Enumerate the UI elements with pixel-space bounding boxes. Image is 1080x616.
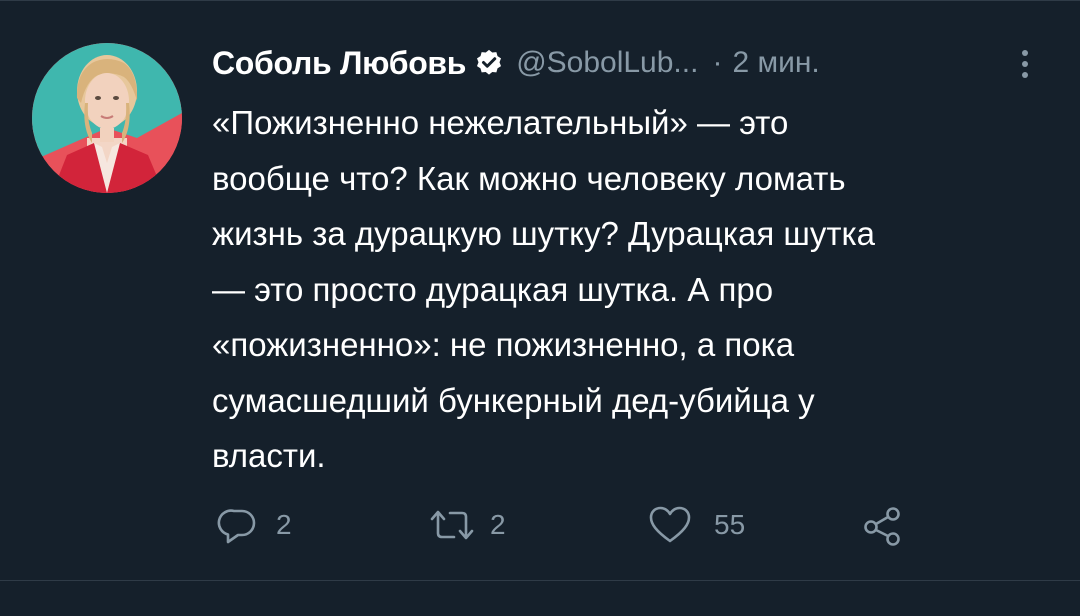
verified-badge-icon [474, 48, 504, 78]
avatar-image [32, 43, 182, 193]
reply-count: 2 [276, 509, 292, 540]
bottom-divider [0, 580, 1080, 581]
share-button[interactable] [860, 500, 906, 550]
timestamp[interactable]: 2 мин. [732, 46, 819, 80]
heart-icon [646, 503, 694, 547]
retweet-button[interactable]: 2 [424, 500, 506, 550]
share-icon [860, 503, 906, 547]
like-button[interactable]: 55 [646, 500, 745, 550]
like-count: 55 [714, 509, 746, 540]
retweet-count: 2 [490, 509, 506, 540]
reply-button[interactable]: 2 [216, 500, 292, 550]
tweet-actions: 2 2 55 [212, 500, 992, 550]
reply-icon [216, 503, 260, 547]
twitter-screen: Соболь Любовь @SobolLub... · 2 мин. «Пож… [0, 0, 1080, 616]
tweet-header: Соболь Любовь @SobolLub... · 2 мин. [212, 38, 820, 88]
avatar[interactable] [32, 43, 182, 193]
separator-dot: · [712, 46, 723, 79]
more-options-icon[interactable] [1010, 44, 1040, 84]
tweet-text: «Пожизненно нежелательный» — это вообще … [212, 104, 875, 474]
retweet-icon [424, 503, 480, 547]
author-name[interactable]: Соболь Любовь [212, 45, 466, 82]
author-handle[interactable]: @SobolLub... [516, 46, 698, 80]
tweet[interactable]: Соболь Любовь @SobolLub... · 2 мин. «Пож… [0, 0, 1080, 580]
